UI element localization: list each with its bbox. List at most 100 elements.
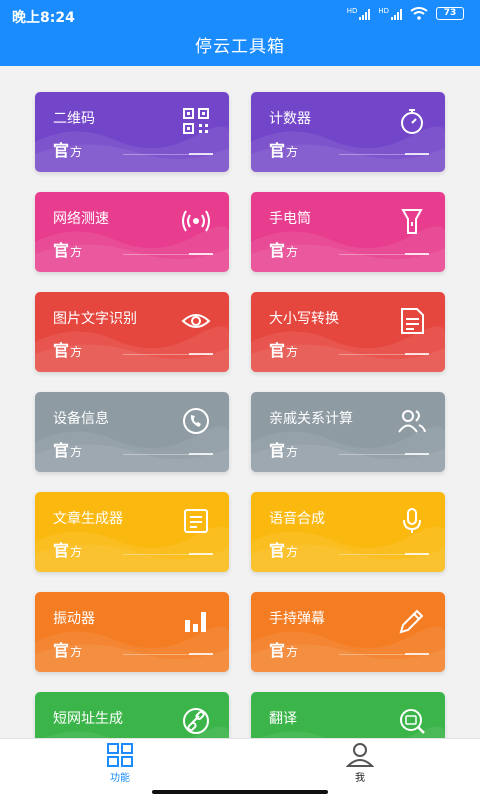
wifi-icon bbox=[410, 7, 428, 20]
card-underline bbox=[123, 653, 213, 655]
tool-card-badge: 官方 bbox=[269, 537, 298, 561]
bar-chart-icon bbox=[185, 612, 206, 632]
tool-card-badge: 官方 bbox=[53, 537, 82, 561]
tool-card-title: 手持弹幕 bbox=[269, 611, 325, 627]
status-time: 晚上8:24 bbox=[12, 10, 75, 26]
card-underline bbox=[123, 153, 213, 155]
badge-main: 官 bbox=[53, 641, 70, 660]
pencil-icon bbox=[399, 609, 424, 634]
tool-card-badge: 官方 bbox=[53, 337, 82, 361]
microphone-icon bbox=[403, 508, 421, 533]
tool-card-title: 手电筒 bbox=[269, 211, 311, 227]
signal-icon bbox=[359, 8, 371, 20]
document-icon bbox=[401, 308, 424, 334]
card-underline bbox=[123, 253, 213, 255]
phone-icon bbox=[183, 408, 209, 434]
status-bar: 晚上8:24 HD HD 73 bbox=[0, 0, 480, 30]
tool-card[interactable]: 语音合成官方 bbox=[251, 492, 445, 572]
tool-card-title: 二维码 bbox=[53, 111, 95, 127]
tool-card[interactable]: 网络测速 官方 bbox=[35, 192, 229, 272]
tool-card-badge: 官方 bbox=[269, 637, 298, 661]
home-indicator bbox=[152, 790, 328, 794]
card-underline bbox=[339, 653, 429, 655]
signal-wave-icon bbox=[182, 210, 210, 232]
badge-suffix: 方 bbox=[286, 245, 299, 259]
tool-card[interactable]: 振动器 官方 bbox=[35, 592, 229, 672]
tool-card-title: 文章生成器 bbox=[53, 511, 123, 527]
badge-main: 官 bbox=[269, 641, 286, 660]
card-underline bbox=[123, 353, 213, 355]
tool-card[interactable]: 计数器官方 bbox=[251, 92, 445, 172]
tool-card-title: 短网址生成 bbox=[53, 711, 123, 727]
card-underline bbox=[339, 253, 429, 255]
badge-suffix: 方 bbox=[286, 545, 299, 559]
tool-card-badge: 官方 bbox=[269, 237, 298, 261]
flashlight-icon bbox=[401, 209, 423, 234]
tool-card[interactable]: 翻译官方 bbox=[251, 692, 445, 738]
tool-card-title: 语音合成 bbox=[269, 511, 325, 527]
tool-card[interactable]: 大小写转换官方 bbox=[251, 292, 445, 372]
badge-suffix: 方 bbox=[286, 445, 299, 459]
tool-card-title: 图片文字识别 bbox=[53, 311, 137, 327]
tool-card-title: 亲戚关系计算 bbox=[269, 411, 353, 427]
tool-card-badge: 官方 bbox=[53, 637, 82, 661]
tool-card[interactable]: 手电筒官方 bbox=[251, 192, 445, 272]
tab-me[interactable]: 我 bbox=[320, 743, 400, 784]
users-icon bbox=[398, 410, 426, 433]
hd-label: HD bbox=[346, 6, 358, 15]
tool-card-badge: 官方 bbox=[269, 337, 298, 361]
qrcode-icon bbox=[183, 108, 209, 134]
link-icon bbox=[183, 708, 209, 734]
tab-label: 我 bbox=[355, 773, 365, 784]
tool-card-badge: 官方 bbox=[269, 437, 298, 461]
tool-card[interactable]: 设备信息官方 bbox=[35, 392, 229, 472]
badge-suffix: 方 bbox=[70, 245, 83, 259]
card-underline bbox=[339, 153, 429, 155]
badge-main: 官 bbox=[269, 441, 286, 460]
tool-grid: 二维码 官方 计数器 官方 网络测速 官方 手电筒 官方 图片文字识别 官方 大小写转换 官方 设备信息… bbox=[0, 66, 480, 738]
eye-icon bbox=[181, 314, 211, 328]
badge-main: 官 bbox=[53, 141, 70, 160]
tool-card-title: 振动器 bbox=[53, 611, 95, 627]
tool-card[interactable]: 手持弹幕官方 bbox=[251, 592, 445, 672]
badge-main: 官 bbox=[53, 441, 70, 460]
tool-card-badge: 官方 bbox=[53, 137, 82, 161]
tool-card-badge: 官方 bbox=[53, 437, 82, 461]
badge-main: 官 bbox=[269, 541, 286, 560]
user-icon bbox=[346, 743, 374, 767]
battery-icon: 73 bbox=[436, 7, 464, 20]
badge-main: 官 bbox=[53, 241, 70, 260]
tool-card[interactable]: 文章生成器 官方 bbox=[35, 492, 229, 572]
badge-main: 官 bbox=[269, 241, 286, 260]
tool-card[interactable]: 二维码官方 bbox=[35, 92, 229, 172]
tool-card-title: 大小写转换 bbox=[269, 311, 339, 327]
tool-card-badge: 官方 bbox=[269, 137, 298, 161]
status-icons: HD HD 73 bbox=[347, 7, 464, 20]
card-underline bbox=[339, 453, 429, 455]
grid-icon bbox=[107, 743, 133, 767]
badge-main: 官 bbox=[53, 541, 70, 560]
stopwatch-icon bbox=[401, 109, 423, 134]
badge-suffix: 方 bbox=[70, 145, 83, 159]
tool-card[interactable]: 图片文字识别 官方 bbox=[35, 292, 229, 372]
tool-card[interactable]: 短网址生成官方 bbox=[35, 692, 229, 738]
signal-icon bbox=[391, 8, 402, 20]
card-underline bbox=[123, 553, 213, 555]
tool-card-title: 设备信息 bbox=[53, 411, 109, 427]
tool-card[interactable]: 亲戚关系计算 官方 bbox=[251, 392, 445, 472]
card-underline bbox=[339, 353, 429, 355]
tab-label: 功能 bbox=[110, 773, 130, 784]
tab-functions[interactable]: 功能 bbox=[80, 743, 160, 784]
card-underline bbox=[123, 453, 213, 455]
badge-main: 官 bbox=[53, 341, 70, 360]
badge-suffix: 方 bbox=[286, 145, 299, 159]
tool-card-title: 翻译 bbox=[269, 711, 297, 727]
badge-suffix: 方 bbox=[286, 345, 299, 359]
tool-card-title: 计数器 bbox=[269, 111, 311, 127]
card-underline bbox=[339, 553, 429, 555]
badge-suffix: 方 bbox=[70, 645, 83, 659]
badge-suffix: 方 bbox=[70, 445, 83, 459]
badge-suffix: 方 bbox=[286, 645, 299, 659]
article-icon bbox=[184, 509, 208, 533]
page-title: 停云工具箱 bbox=[0, 30, 480, 66]
